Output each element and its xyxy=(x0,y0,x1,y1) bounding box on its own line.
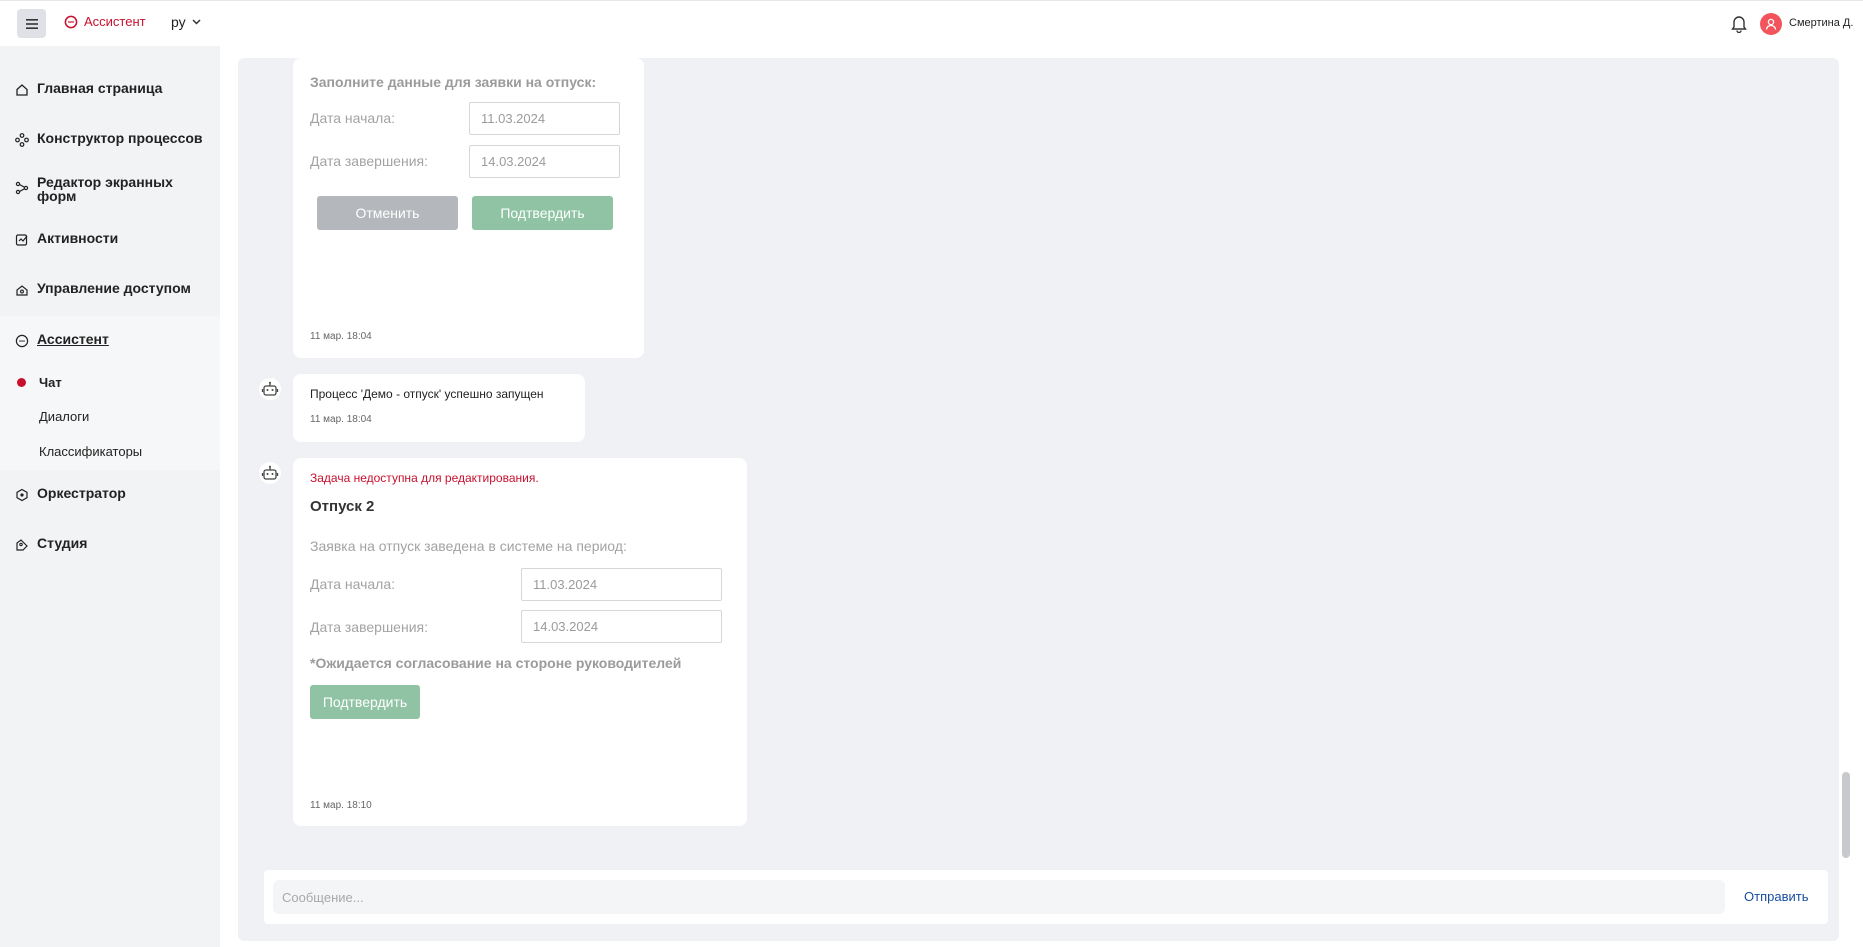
start-date-label: Дата начала: xyxy=(310,576,396,592)
language-value: ру xyxy=(171,14,186,30)
end-date-field[interactable]: 14.03.2024 xyxy=(469,145,620,178)
assistant-logo-icon xyxy=(64,15,78,28)
message-bubble-vacation: Задача недоступна для редактирования. От… xyxy=(293,458,747,826)
sidebar-subitem-dialogs[interactable]: Диалоги xyxy=(39,409,89,424)
sidebar: Главная страница Конструктор процессов Р… xyxy=(0,46,220,947)
access-icon xyxy=(16,285,28,296)
message-timestamp: 11 мар. 18:04 xyxy=(310,331,372,342)
sidebar-item-activities[interactable]: Активности xyxy=(0,231,220,247)
user-avatar[interactable] xyxy=(1760,13,1782,35)
sidebar-item-home[interactable]: Главная страница xyxy=(0,81,220,97)
card-subtitle: Заявка на отпуск заведена в системе на п… xyxy=(310,538,627,554)
end-date-label: Дата завершения: xyxy=(310,153,428,169)
sidebar-item-process-builder[interactable]: Конструктор процессов xyxy=(0,131,220,147)
notifications-button[interactable] xyxy=(1730,14,1748,38)
chat-scrollbar[interactable] xyxy=(1842,772,1850,858)
sidebar-item-form-editor[interactable]: Редактор экранных форм xyxy=(0,175,220,203)
start-date-label: Дата начала: xyxy=(310,110,396,126)
menu-toggle-button[interactable] xyxy=(17,9,46,38)
robot-icon xyxy=(259,378,281,400)
form-editor-icon xyxy=(15,181,29,195)
sidebar-item-orchestrator[interactable]: Оркестратор xyxy=(0,486,220,502)
sidebar-item-label: Конструктор процессов xyxy=(37,130,203,146)
user-icon xyxy=(1765,18,1777,30)
activity-icon xyxy=(15,234,28,246)
hamburger-icon xyxy=(25,18,38,29)
sidebar-item-access[interactable]: Управление доступом xyxy=(0,281,220,297)
sidebar-subitem-classifiers[interactable]: Классификаторы xyxy=(39,444,142,459)
sidebar-item-label: Управление доступом xyxy=(37,280,191,296)
sidebar-item-label: Активности xyxy=(37,230,119,246)
sidebar-item-studio[interactable]: Студия xyxy=(0,536,220,552)
start-date-field[interactable]: 11.03.2024 xyxy=(521,568,722,601)
cancel-button[interactable]: Отменить xyxy=(317,196,458,230)
confirm-button[interactable]: Подтвердить xyxy=(310,685,420,719)
sidebar-item-label: Оркестратор xyxy=(37,485,126,501)
robot-icon xyxy=(259,462,281,484)
message-timestamp: 11 мар. 18:04 xyxy=(310,414,372,425)
sidebar-item-label: Ассистент xyxy=(37,331,109,347)
assistant-icon xyxy=(15,334,29,348)
user-name[interactable]: Смертина Д. xyxy=(1789,17,1853,29)
brand-label: Ассистент xyxy=(84,14,146,29)
message-bubble-form: Заполните данные для заявки на отпуск: Д… xyxy=(293,58,644,358)
process-icon xyxy=(15,133,29,147)
end-date-label: Дата завершения: xyxy=(310,619,428,635)
approval-note: *Ожидается согласование на стороне руков… xyxy=(310,655,682,671)
send-button[interactable]: Отправить xyxy=(1744,889,1808,904)
sidebar-item-assistant[interactable]: Ассистент xyxy=(0,332,220,348)
start-date-field[interactable]: 11.03.2024 xyxy=(469,102,620,135)
message-timestamp: 11 мар. 18:10 xyxy=(310,800,372,811)
bell-icon xyxy=(1731,16,1747,34)
orchestrator-icon xyxy=(16,488,28,502)
message-composer: Отправить xyxy=(264,870,1828,924)
studio-icon xyxy=(16,539,28,551)
confirm-button[interactable]: Подтвердить xyxy=(472,196,613,230)
brand-link[interactable]: Ассистент xyxy=(64,14,146,29)
sidebar-item-label: Студия xyxy=(37,535,88,551)
chevron-down-icon xyxy=(192,19,201,25)
message-text: Процесс 'Демо - отпуск' успешно запущен xyxy=(310,387,544,401)
top-bar: Ассистент ру Смертина Д. xyxy=(0,0,1863,46)
sidebar-subitem-chat[interactable]: Чат xyxy=(39,375,62,390)
end-date-field[interactable]: 14.03.2024 xyxy=(521,610,722,643)
message-bubble-status: Процесс 'Демо - отпуск' успешно запущен … xyxy=(293,374,585,442)
sidebar-item-label: Редактор экранных форм xyxy=(37,174,173,204)
sidebar-item-label: Главная страница xyxy=(37,80,163,96)
active-indicator-dot xyxy=(17,378,26,387)
message-input[interactable] xyxy=(273,880,1725,914)
warning-text: Задача недоступна для редактирования. xyxy=(310,471,539,485)
home-icon xyxy=(16,84,28,96)
form-title: Заполните данные для заявки на отпуск: xyxy=(310,74,597,90)
language-select[interactable]: ру xyxy=(171,14,201,30)
card-title: Отпуск 2 xyxy=(310,498,375,515)
